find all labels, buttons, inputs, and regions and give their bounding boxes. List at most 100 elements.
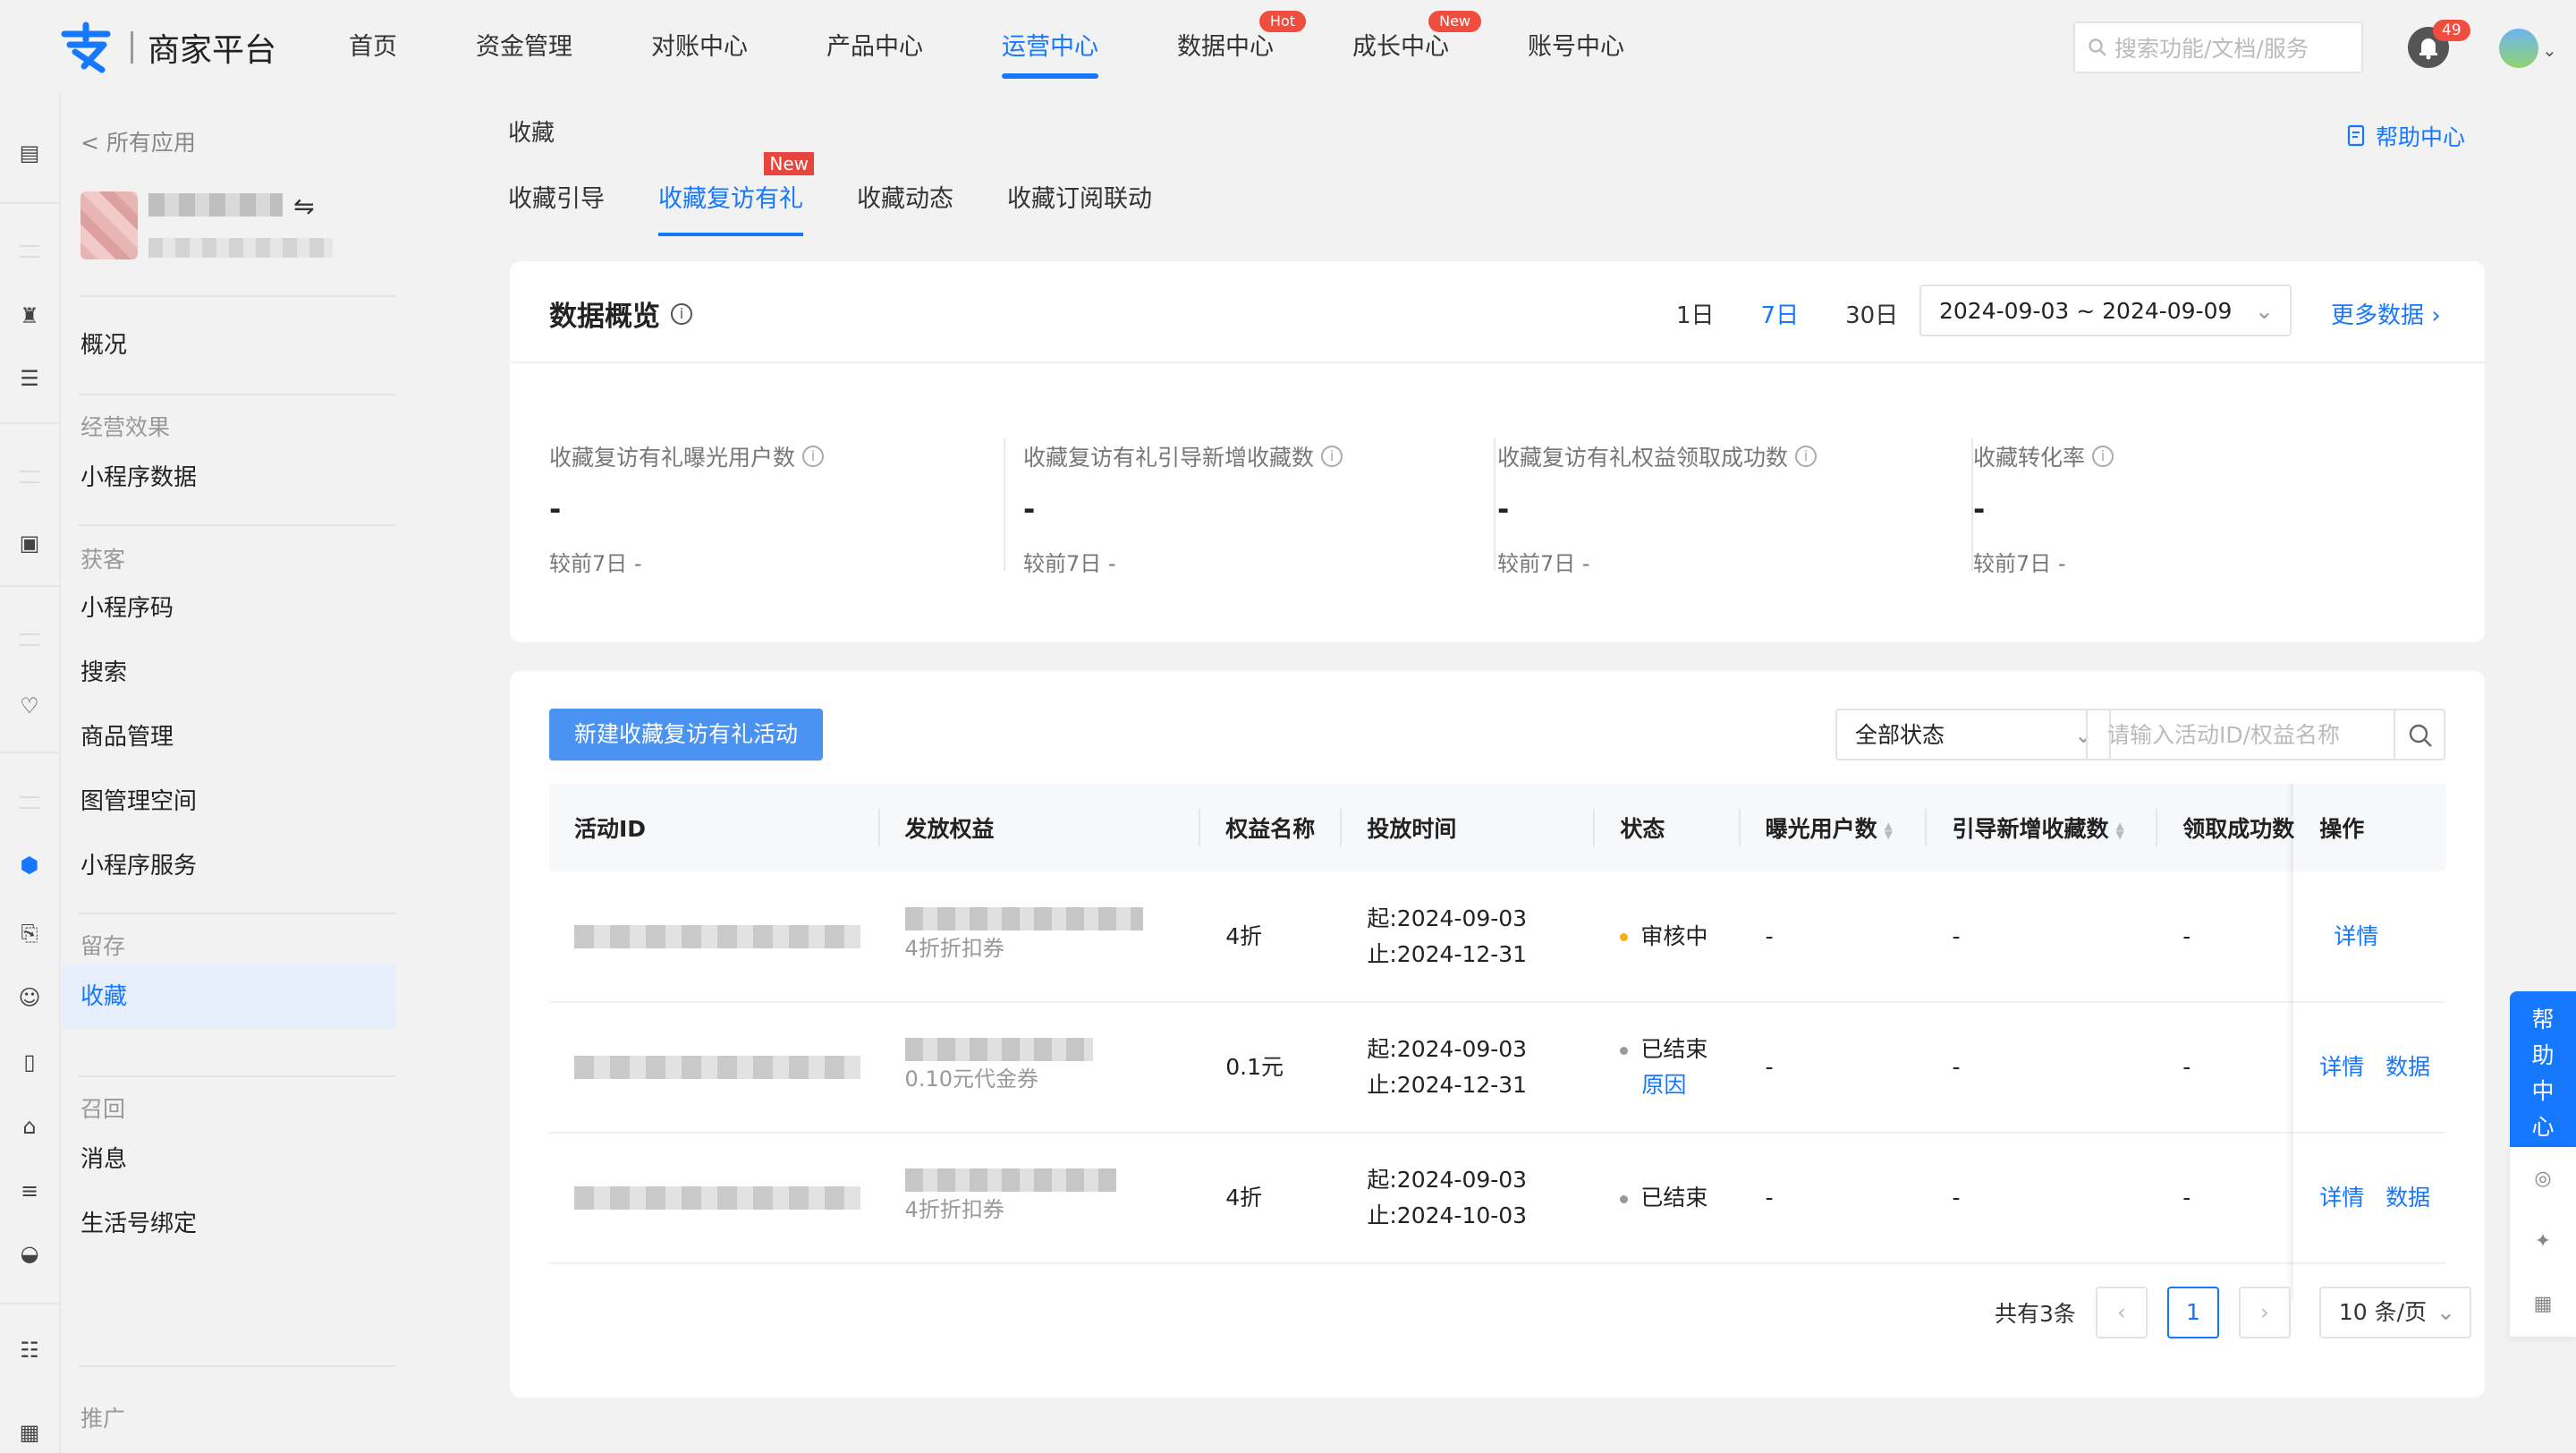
- info-icon[interactable]: i: [2092, 446, 2114, 467]
- nav-growth[interactable]: 成长中心 New: [1352, 0, 1481, 93]
- sidebar-divider: [79, 394, 395, 395]
- rail-divider: [0, 1303, 61, 1304]
- benefit-cell: 0.10元代金券: [879, 1002, 1201, 1134]
- avatar[interactable]: [2499, 29, 2538, 68]
- dashboard-icon[interactable]: ▤: [16, 140, 43, 166]
- more-data-link[interactable]: 更多数据 ›: [2331, 297, 2441, 330]
- heart-icon[interactable]: ♡: [16, 693, 43, 719]
- nav-funds[interactable]: 资金管理: [476, 0, 572, 93]
- range-30d[interactable]: 30日: [1845, 297, 1898, 330]
- report-icon[interactable]: ▣: [16, 530, 43, 557]
- chevron-down-icon[interactable]: ⌄: [2542, 39, 2557, 61]
- tab-revisit-gift[interactable]: 收藏复访有礼 New: [658, 152, 814, 238]
- col-actions: 操作: [2294, 784, 2445, 871]
- sidebar-item-mini-data[interactable]: 小程序数据: [63, 446, 395, 510]
- document-icon[interactable]: ☰: [16, 365, 43, 392]
- activity-search-input[interactable]: 请输入活动ID/权益名称: [2086, 709, 2394, 760]
- status-filter-select[interactable]: 全部状态 ⌄: [1835, 709, 2111, 760]
- col-benefit: 发放权益: [879, 784, 1201, 871]
- metric-compare: 较前7日 -: [1973, 551, 2066, 576]
- reason-link[interactable]: 原因: [1620, 1067, 1740, 1103]
- col-exposure[interactable]: 曝光用户数 ▲ ▼: [1740, 784, 1928, 871]
- sidebar-item-life-bind[interactable]: 生活号绑定: [63, 1192, 395, 1256]
- sidebar-divider: [79, 913, 395, 914]
- qr-code-icon[interactable]: ▦: [2510, 1272, 2576, 1335]
- sidebar-item-goods[interactable]: 商品管理: [63, 705, 395, 769]
- help-center-link[interactable]: 帮助中心: [2347, 120, 2465, 152]
- sidebar-item-mini-code[interactable]: 小程序码: [63, 576, 395, 641]
- whats-new-icon[interactable]: ✦: [2510, 1210, 2576, 1272]
- sort-icon[interactable]: ▲ ▼: [2115, 820, 2123, 840]
- data-link[interactable]: 数据: [2385, 1185, 2430, 1211]
- sidebar-item-favorites[interactable]: 收藏: [63, 964, 395, 1029]
- next-page-button[interactable]: ›: [2238, 1287, 2291, 1338]
- activity-id-redacted: [549, 871, 880, 1003]
- floating-help-button[interactable]: 帮助中心: [2510, 991, 2576, 1147]
- claimed-cell: -: [2157, 1133, 2295, 1264]
- range-7d[interactable]: 7日: [1761, 297, 1800, 330]
- col-benefit-name: 权益名称: [1200, 784, 1343, 871]
- nav-account[interactable]: 账号中心: [1528, 0, 1624, 93]
- sidebar-item-mini-service[interactable]: 小程序服务: [63, 834, 395, 898]
- exposure-cell: -: [1740, 871, 1928, 1003]
- sidebar-item-overview[interactable]: 概况: [63, 313, 395, 378]
- hot-badge: Hot: [1258, 11, 1306, 32]
- search-button[interactable]: [2394, 709, 2445, 760]
- info-icon[interactable]: i: [671, 302, 692, 325]
- info-icon[interactable]: i: [1321, 446, 1343, 467]
- range-1d[interactable]: 1日: [1676, 297, 1715, 330]
- switch-store-icon[interactable]: ⇋: [293, 191, 314, 221]
- calendar-icon[interactable]: ▦: [16, 1419, 43, 1446]
- nav-products[interactable]: 产品中心: [826, 0, 923, 93]
- shopping-bag-icon[interactable]: ♜: [16, 302, 43, 329]
- data-link[interactable]: 数据: [2385, 1054, 2430, 1080]
- chevron-down-icon: ⌄: [2436, 1299, 2455, 1325]
- sidebar-item-messages[interactable]: 消息: [63, 1127, 395, 1192]
- info-icon[interactable]: i: [1795, 446, 1818, 467]
- tab-guide[interactable]: 收藏引导: [508, 179, 605, 238]
- users-icon[interactable]: ☺: [16, 984, 43, 1011]
- benefit-name-cell: 0.1元: [1200, 1002, 1343, 1134]
- main-nav: 首页 资金管理 对账中心 产品中心 运营中心 数据中心 Hot 成长中心 New 账…: [349, 0, 1703, 93]
- gamepad-icon[interactable]: ◒: [16, 1240, 43, 1267]
- date-range-picker[interactable]: 2024-09-03 ~ 2024-09-09 ⌄: [1919, 285, 2292, 336]
- all-apps-link[interactable]: < 所有应用: [80, 125, 196, 157]
- customer-service-icon[interactable]: ◎: [2510, 1147, 2576, 1210]
- status-dot: [1620, 933, 1629, 941]
- sort-icon[interactable]: ▲ ▼: [1885, 820, 1893, 840]
- sidebar-item-search[interactable]: 搜索: [63, 641, 395, 705]
- page-size-select[interactable]: 10 条/页 ⌄: [2318, 1287, 2471, 1338]
- nav-operations[interactable]: 运营中心: [1002, 0, 1098, 93]
- col-time: 投放时间: [1342, 784, 1596, 871]
- nav-reconciliation[interactable]: 对账中心: [651, 0, 748, 93]
- metric-value: -: [1973, 492, 1986, 526]
- metric-claimed: 收藏复访有礼权益领取成功数 i - 较前7日 -: [1497, 440, 1971, 576]
- floating-toolbar: ◎ ✦ ▦: [2510, 1147, 2576, 1337]
- status-dot: [1620, 1046, 1629, 1055]
- sidebar-item-image-space[interactable]: 图管理空间: [63, 769, 395, 834]
- logo[interactable]: 商家平台: [59, 21, 276, 73]
- pagination: 共有3条 ‹ 1 › 10 条/页 ⌄: [1995, 1287, 2471, 1338]
- metric-compare: 较前7日 -: [1497, 551, 1590, 576]
- detail-link[interactable]: 详情: [2334, 923, 2378, 949]
- clipboard-icon[interactable]: ☷: [16, 1337, 43, 1364]
- global-search-input[interactable]: 搜索功能/文档/服务: [2073, 21, 2363, 73]
- nav-data[interactable]: 数据中心 Hot: [1177, 0, 1306, 93]
- gift-icon[interactable]: ⌂: [16, 1113, 43, 1140]
- bookmark-icon[interactable]: ⎘: [16, 920, 43, 947]
- tab-subscription[interactable]: 收藏订阅联动: [1007, 179, 1152, 238]
- tab-dynamics[interactable]: 收藏动态: [857, 179, 953, 238]
- nav-home[interactable]: 首页: [349, 0, 397, 93]
- col-new-favorites[interactable]: 引导新增收藏数 ▲ ▼: [1927, 784, 2158, 871]
- chevron-right-icon: ›: [2431, 302, 2441, 329]
- book-icon[interactable]: ▯: [16, 1049, 43, 1075]
- detail-link[interactable]: 详情: [2319, 1054, 2364, 1080]
- detail-link[interactable]: 详情: [2319, 1185, 2364, 1211]
- overview-divider: [510, 361, 2485, 363]
- page-number-button[interactable]: 1: [2166, 1287, 2219, 1338]
- list-icon[interactable]: ≡: [16, 1177, 43, 1204]
- prev-page-button[interactable]: ‹: [2095, 1287, 2148, 1338]
- new-badge: New: [1428, 11, 1481, 32]
- cube-icon[interactable]: ⬢: [16, 852, 43, 879]
- new-activity-button[interactable]: 新建收藏复访有礼活动: [549, 709, 824, 760]
